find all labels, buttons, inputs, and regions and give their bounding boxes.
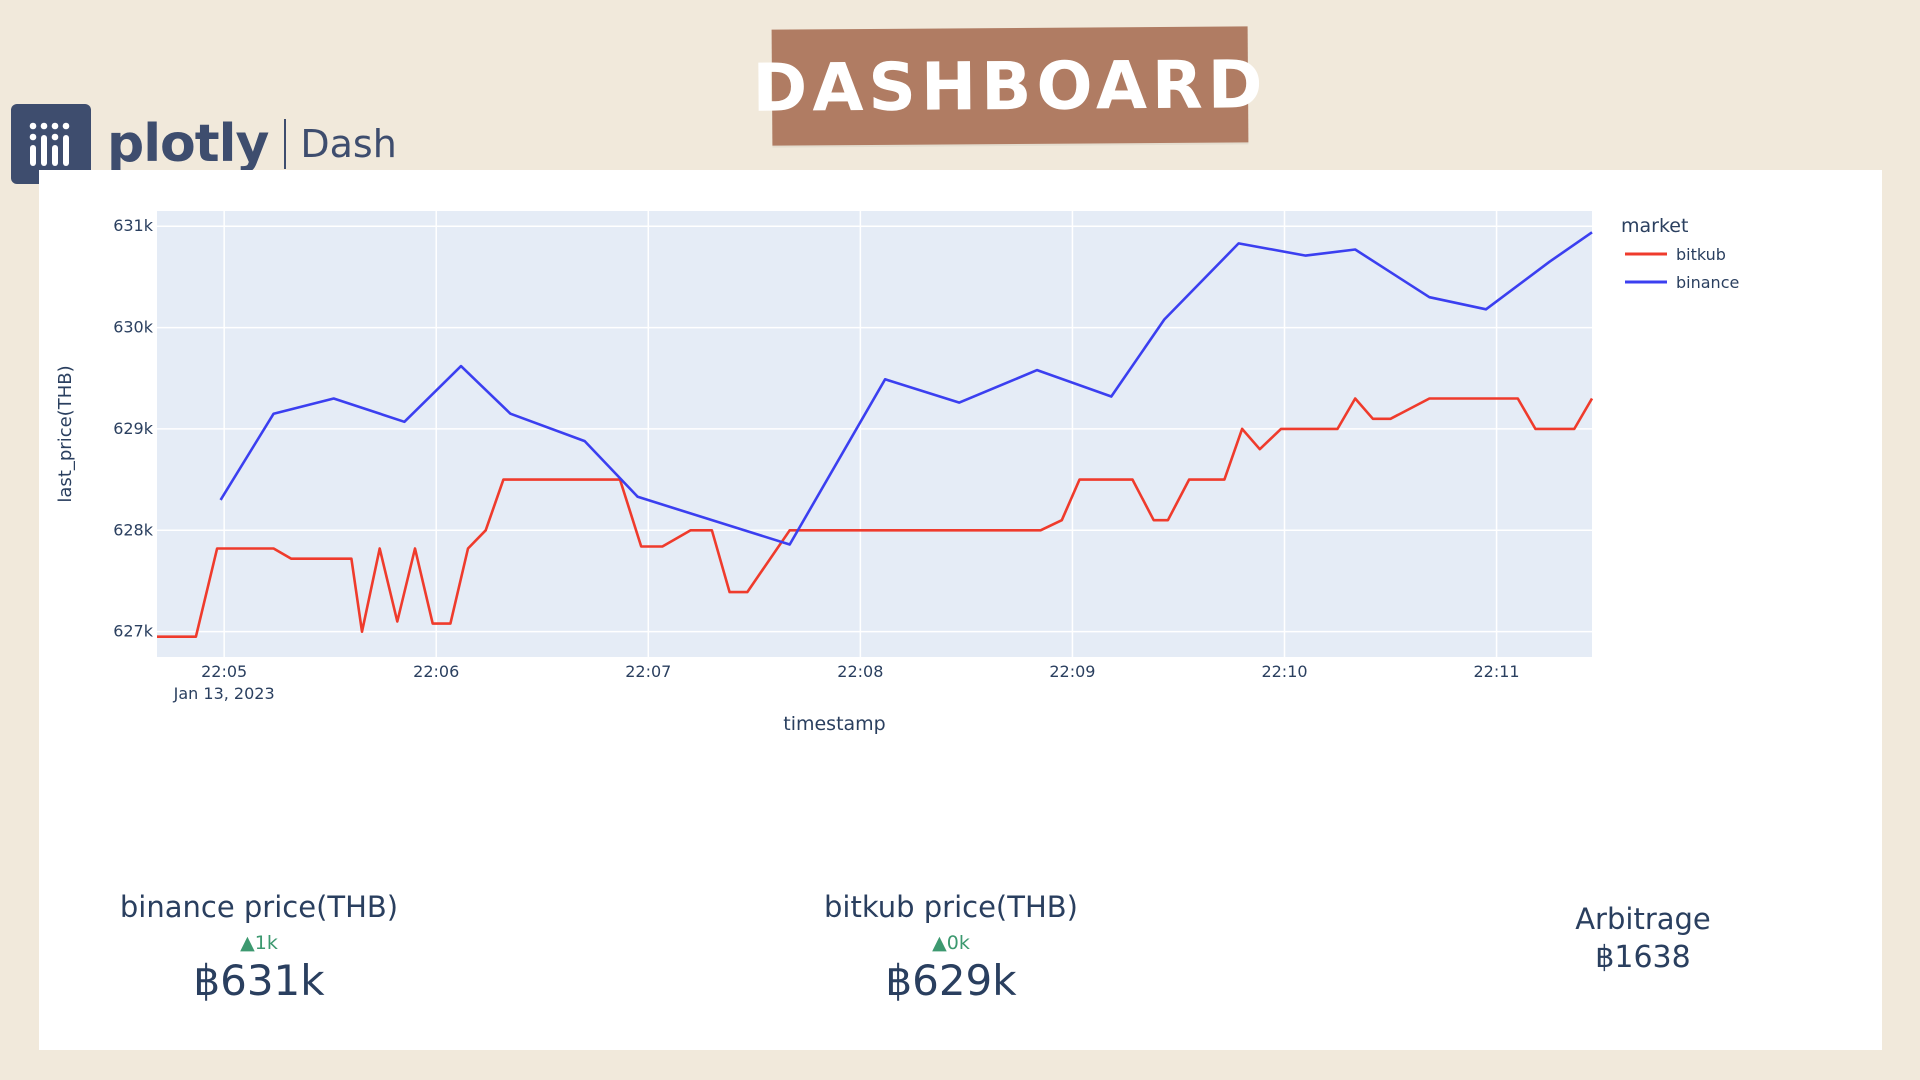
x-tick-label: 22:08 bbox=[837, 662, 883, 681]
kpi-arbitrage-title: Arbitrage bbox=[1575, 902, 1711, 936]
legend-title: market bbox=[1621, 215, 1688, 237]
y-tick-label: 630k bbox=[113, 318, 154, 337]
banner-title: DASHBOARD bbox=[752, 45, 1268, 127]
legend-label-bitkub: bitkub bbox=[1676, 245, 1726, 264]
kpi-binance: binance price(THB) ▲1k ฿631k bbox=[69, 890, 449, 1005]
x-axis-title: timestamp bbox=[783, 713, 886, 735]
kpi-bitkub-value: ฿629k bbox=[885, 956, 1017, 1005]
y-tick-label: 627k bbox=[113, 622, 154, 641]
y-axis-title: last_price(THB) bbox=[55, 365, 76, 502]
x-tick-label: 22:07 bbox=[625, 662, 671, 681]
kpi-bitkub-title: bitkub price(THB) bbox=[824, 890, 1078, 924]
kpi-binance-delta: ▲1k bbox=[240, 932, 278, 954]
x-tick-label: 22:05 bbox=[201, 662, 247, 681]
x-tick-label: 22:11 bbox=[1474, 662, 1520, 681]
x-tick-label: 22:10 bbox=[1261, 662, 1307, 681]
kpi-binance-title: binance price(THB) bbox=[119, 890, 399, 924]
kpi-arbitrage-value: ฿1638 bbox=[1595, 940, 1691, 975]
x-tick-label: 22:06 bbox=[413, 662, 459, 681]
x-tick-label: 22:09 bbox=[1049, 662, 1095, 681]
y-tick-label: 631k bbox=[113, 216, 154, 235]
kpi-bitkub: bitkub price(THB) ▲0k ฿629k bbox=[761, 890, 1141, 1005]
legend-label-binance: binance bbox=[1676, 273, 1739, 292]
x-date-label: Jan 13, 2023 bbox=[173, 684, 275, 703]
kpi-bitkub-delta: ▲0k bbox=[932, 932, 970, 954]
y-tick-label: 628k bbox=[113, 520, 154, 539]
plot-area bbox=[157, 211, 1592, 657]
kpi-arbitrage: Arbitrage ฿1638 bbox=[1483, 902, 1803, 975]
dash-wordmark: Dash bbox=[300, 122, 397, 166]
dashboard-panel: 22:05 Jan 13, 2023 22:06 22:07 22:08 22:09 22:… bbox=[39, 170, 1882, 1050]
y-tick-label: 629k bbox=[113, 419, 154, 438]
dashboard-banner: DASHBOARD bbox=[752, 26, 1268, 146]
kpi-binance-value: ฿631k bbox=[193, 956, 325, 1005]
price-line-chart: 22:05 Jan 13, 2023 22:06 22:07 22:08 22:09 22:… bbox=[55, 211, 1739, 735]
plotly-wordmark: plotly bbox=[107, 114, 269, 174]
logo-divider bbox=[284, 119, 287, 169]
